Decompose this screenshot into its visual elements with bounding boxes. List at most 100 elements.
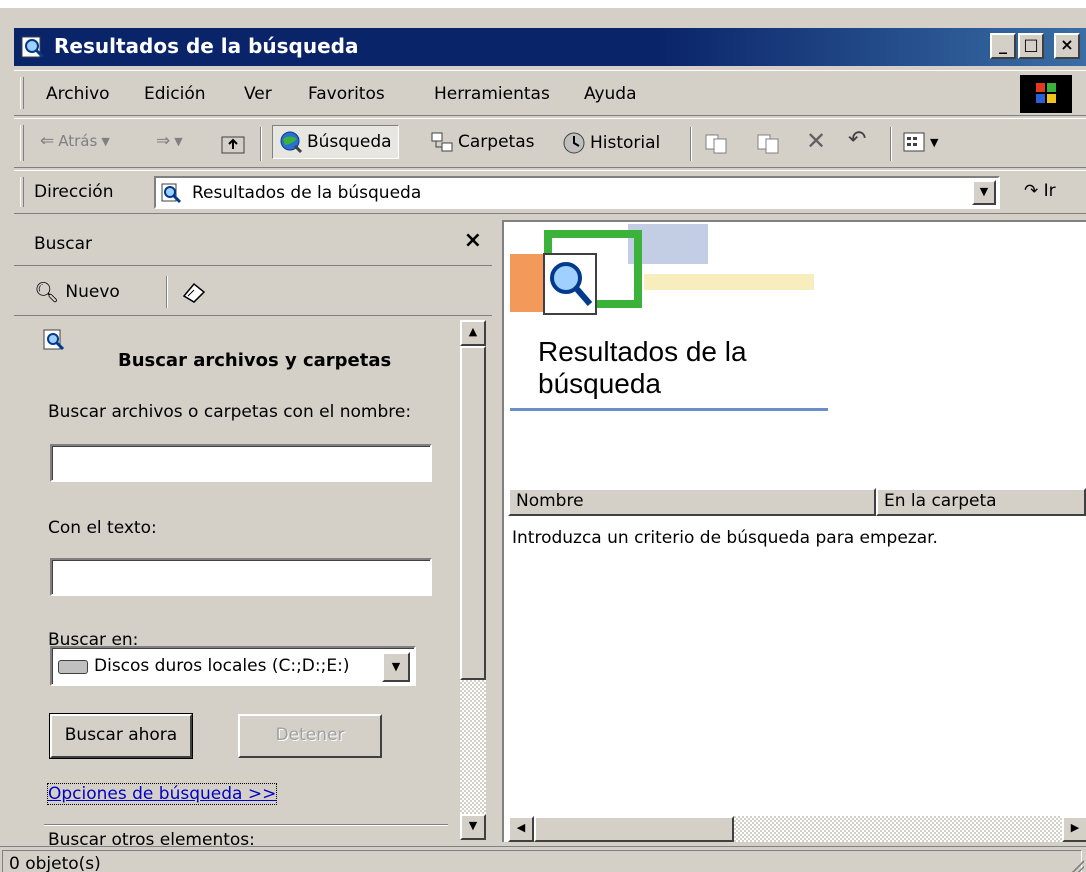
menu-ver[interactable]: Ver: [244, 84, 272, 104]
arrow-up-icon: ▲: [468, 325, 478, 338]
menu-ayuda[interactable]: Ayuda: [584, 84, 637, 104]
horizontal-scroll-thumb[interactable]: [534, 816, 734, 842]
scroll-thumb[interactable]: [460, 346, 486, 680]
status-cell: 0 objeto(s): [2, 850, 1082, 872]
search-results-banner-icon: [510, 224, 814, 315]
copy-to-button[interactable]: [756, 131, 782, 155]
globe-search-icon: [280, 131, 303, 154]
status-text: 0 objeto(s): [9, 854, 101, 872]
maximize-button[interactable]: □: [1018, 33, 1044, 59]
new-search-icon: 🔍︎: [34, 280, 60, 304]
up-folder-button[interactable]: [220, 131, 246, 155]
results-horizontal-scrollbar[interactable]: ◀ ▶: [508, 816, 1086, 842]
menu-herramientas[interactable]: Herramientas: [434, 84, 550, 104]
search-pane-close-button[interactable]: ×: [464, 228, 482, 253]
results-title-line1: Resultados de la: [538, 336, 747, 367]
go-arrow-icon: ↷: [1024, 181, 1039, 201]
new-search-button[interactable]: 🔍︎ Nuevo: [34, 280, 120, 304]
minimize-button[interactable]: _: [990, 33, 1016, 59]
address-bar: Dirección Resultados de la búsqueda ▼ ↷ …: [14, 170, 1086, 214]
views-icon: [903, 132, 925, 152]
search-options-link[interactable]: Opciones de búsqueda >>: [46, 783, 278, 805]
search-results-icon: [21, 36, 45, 59]
go-label: Ir: [1043, 181, 1056, 201]
name-field-label: Buscar archivos o carpetas con el nombre…: [48, 402, 412, 422]
empty-results-message: Introduzca un criterio de búsqueda para …: [512, 528, 938, 548]
address-value: Resultados de la búsqueda: [192, 183, 422, 203]
history-icon: [563, 132, 585, 154]
windows-logo: [1020, 75, 1072, 113]
name-field[interactable]: [50, 444, 432, 482]
scroll-down-button[interactable]: ▼: [460, 814, 486, 840]
views-button[interactable]: ▼: [902, 131, 938, 153]
search-button[interactable]: Búsqueda: [272, 125, 399, 159]
address-dropdown-button[interactable]: ▼: [972, 180, 996, 205]
search-results-icon: [161, 183, 182, 204]
back-button[interactable]: ⇐ Atrás ▼: [40, 131, 110, 151]
toolbar-separator: [690, 127, 692, 161]
move-to-icon: [705, 134, 727, 154]
up-folder-icon: [221, 136, 245, 154]
folders-label: Carpetas: [458, 132, 535, 152]
history-label: Historial: [590, 133, 661, 153]
history-button[interactable]: Historial: [562, 131, 660, 155]
divider: [44, 824, 448, 826]
folders-button[interactable]: Carpetas: [430, 131, 534, 153]
undo-icon: ↶: [848, 127, 867, 152]
results-title: Resultados de la búsqueda: [538, 336, 747, 400]
search-files-icon: [43, 329, 65, 351]
address-label: Dirección: [34, 182, 114, 202]
forward-button[interactable]: ⇒ ▼: [156, 131, 183, 151]
arrow-right-icon: ▶: [1070, 821, 1080, 834]
explorer-window: Resultados de la búsqueda _ □ × Archivo …: [0, 0, 1086, 872]
results-title-rule: [510, 408, 828, 411]
new-search-label: Nuevo: [65, 282, 120, 302]
text-field[interactable]: [50, 558, 432, 596]
address-input[interactable]: Resultados de la búsqueda ▼: [154, 176, 1000, 209]
indexing-service-icon[interactable]: [180, 278, 208, 306]
scroll-up-button[interactable]: ▲: [460, 320, 486, 346]
forward-arrow-icon: ⇒: [156, 131, 171, 151]
arrow-down-icon: ▼: [468, 819, 478, 832]
toolbar-separator: [260, 127, 262, 161]
stop-button[interactable]: Detener: [238, 714, 382, 758]
results-title-line2: búsqueda: [538, 368, 662, 399]
go-button[interactable]: ↷ Ir: [1024, 181, 1056, 201]
search-form: Buscar archivos y carpetas Buscar archiv…: [36, 320, 458, 850]
menu-favoritos[interactable]: Favoritos: [308, 84, 385, 104]
views-dropdown-icon[interactable]: ▼: [930, 136, 938, 149]
forward-dropdown-icon[interactable]: ▼: [174, 135, 182, 148]
hard-drive-icon: [58, 660, 88, 674]
search-now-button[interactable]: Buscar ahora: [49, 713, 193, 759]
undo-button[interactable]: ↶: [848, 127, 866, 152]
toolbar-grip[interactable]: [20, 125, 24, 161]
delete-button[interactable]: ✕: [806, 127, 826, 155]
back-dropdown-icon[interactable]: ▼: [101, 135, 109, 148]
column-header-folder[interactable]: En la carpeta: [876, 488, 1086, 516]
back-arrow-icon: ⇐: [40, 131, 55, 151]
menu-archivo[interactable]: Archivo: [46, 84, 110, 104]
move-to-button[interactable]: [704, 131, 730, 155]
search-pane-header: Buscar ×: [14, 220, 492, 266]
folders-icon: [431, 132, 453, 152]
search-pane-toolbar: 🔍︎ Nuevo: [14, 268, 492, 316]
close-icon: ×: [1060, 35, 1074, 54]
scroll-left-button[interactable]: ◀: [508, 816, 534, 842]
windows-flag-icon: [1036, 83, 1056, 103]
menu-bar: Archivo Edición Ver Favoritos Herramient…: [14, 70, 1086, 116]
look-in-dropdown-button[interactable]: ▼: [382, 652, 410, 682]
column-header-name[interactable]: Nombre: [508, 488, 876, 516]
text-field-label: Con el texto:: [48, 518, 157, 538]
addressbar-grip[interactable]: [20, 177, 24, 207]
title-bar[interactable]: Resultados de la búsqueda _ □ ×: [14, 28, 1086, 66]
look-in-select[interactable]: Discos duros locales (C:;D:;E:) ▼: [50, 646, 416, 686]
close-button[interactable]: ×: [1054, 33, 1080, 59]
search-pane-scrollbar[interactable]: ▲ ▼: [460, 320, 486, 840]
menubar-grip[interactable]: [20, 77, 24, 109]
scroll-right-button[interactable]: ▶: [1062, 816, 1086, 842]
minimize-icon: _: [999, 35, 1007, 54]
menu-edicion[interactable]: Edición: [144, 84, 206, 104]
resize-grip-icon[interactable]: [1066, 860, 1084, 872]
pane-splitter[interactable]: [494, 220, 502, 842]
maximize-icon: □: [1023, 35, 1039, 54]
